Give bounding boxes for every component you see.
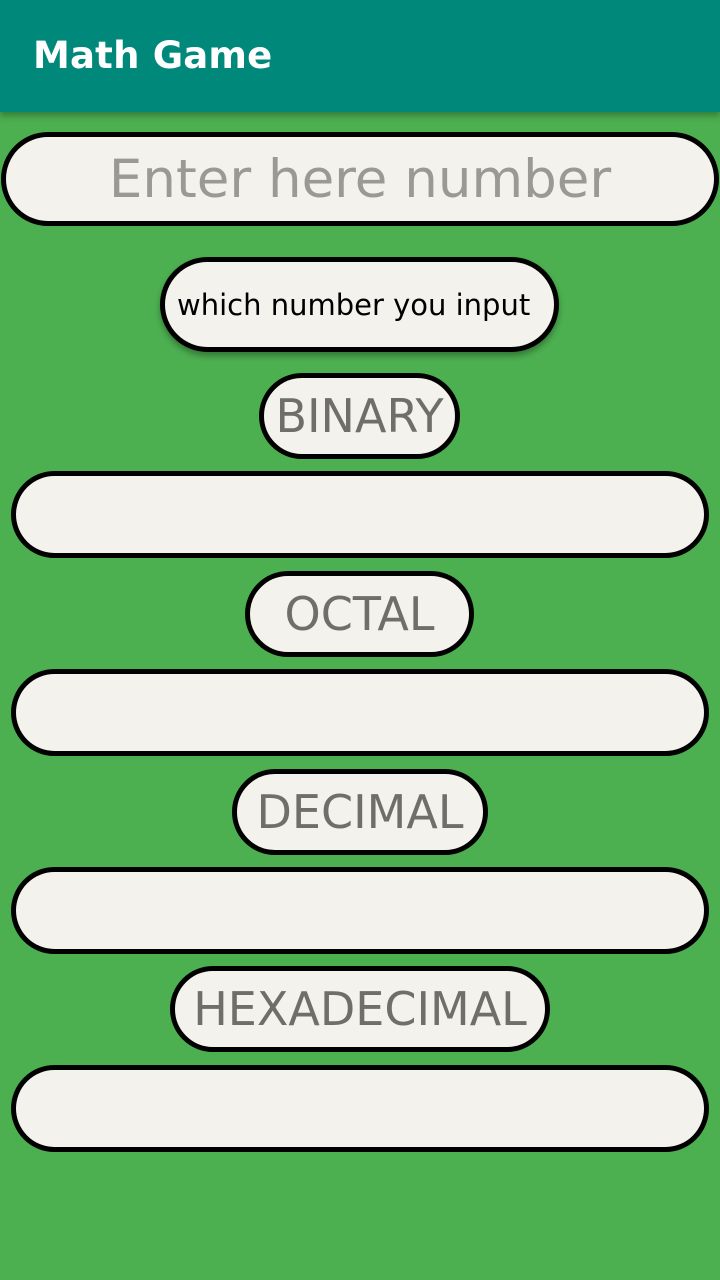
app-title: Math Game <box>33 34 273 77</box>
decimal-label: DECIMAL <box>232 769 488 855</box>
app-bar: Math Game <box>0 0 720 112</box>
decimal-result-field[interactable] <box>11 867 709 954</box>
hexadecimal-result-field[interactable] <box>11 1065 709 1152</box>
octal-label: OCTAL <box>245 571 474 657</box>
input-echo-label: which number you input <box>177 287 531 322</box>
octal-result-field[interactable] <box>11 669 709 756</box>
input-echo-box: which number you input <box>160 257 559 352</box>
hexadecimal-label: HEXADECIMAL <box>170 966 550 1052</box>
number-input[interactable] <box>1 132 719 226</box>
binary-label: BINARY <box>259 373 460 459</box>
binary-result-field[interactable] <box>11 471 709 558</box>
